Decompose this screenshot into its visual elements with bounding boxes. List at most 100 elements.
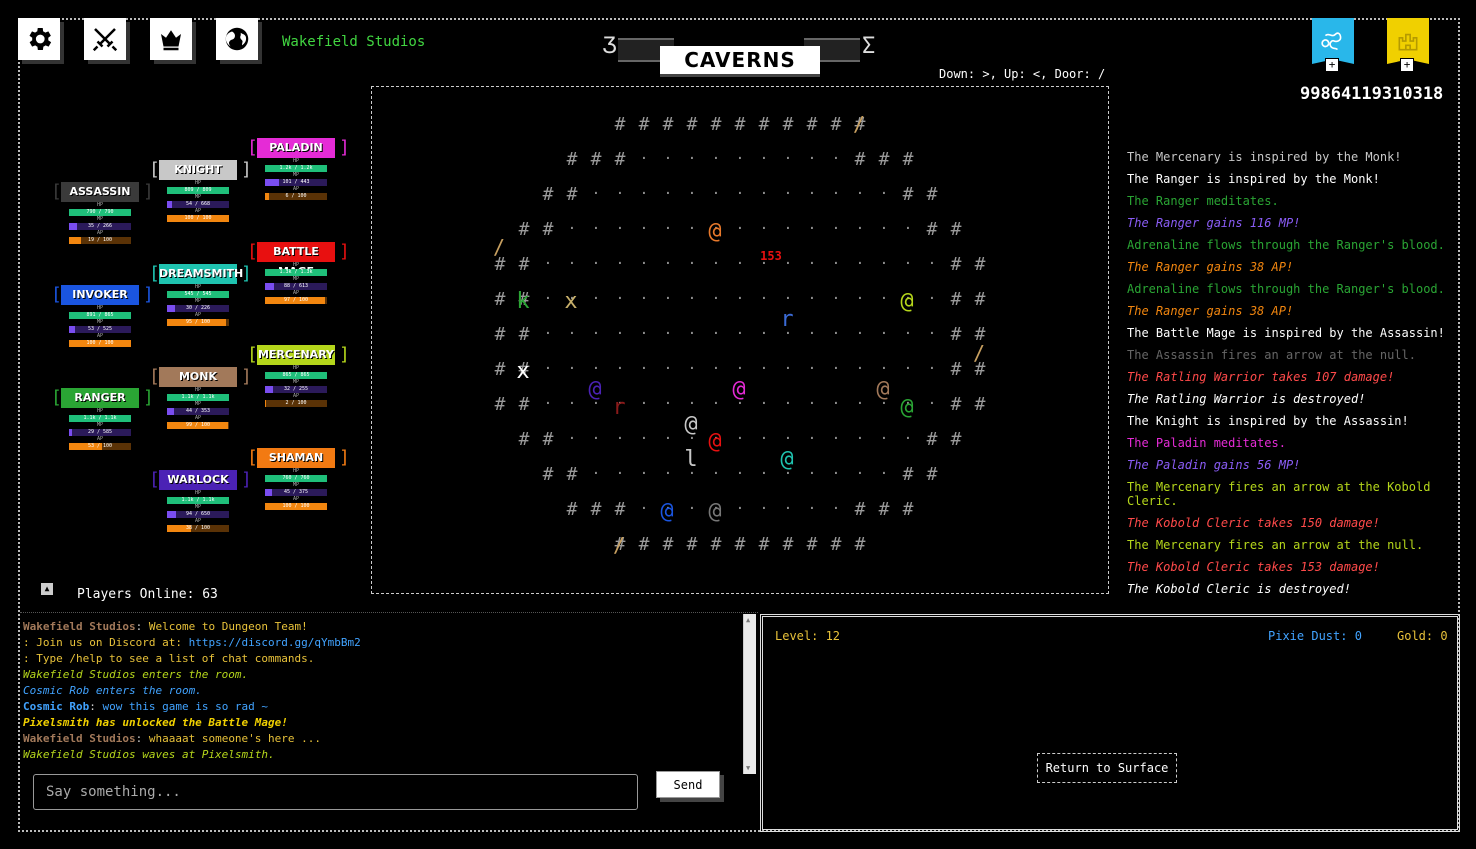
- settings-button[interactable]: [18, 18, 60, 60]
- send-button[interactable]: Send: [656, 771, 720, 798]
- return-to-surface-button[interactable]: Return to Surface: [1037, 753, 1177, 783]
- crossed-swords-icon: [92, 28, 118, 52]
- scroll-banner-plus[interactable]: +: [1325, 58, 1339, 72]
- bracket-left-icon: [: [149, 469, 160, 490]
- combat-log-line: The Knight is inspired by the Assassin!: [1127, 414, 1409, 428]
- floor-tile: .: [880, 462, 888, 478]
- mp-label: MP: [96, 422, 104, 428]
- chat-speaker[interactable]: Cosmic Rob: [23, 700, 89, 713]
- scroll-up-icon[interactable]: ▲: [746, 616, 750, 624]
- combat-log-line: The Mercenary fires an arrow at the null…: [1127, 538, 1424, 552]
- wall-tile: #: [951, 394, 962, 415]
- class-card-paladin[interactable]: [] PALADIN HP 1.2k / 1.2k MP 101 / 443 AP 6 / 1…: [247, 138, 350, 200]
- ap-label: AP: [194, 415, 202, 421]
- floor-tile: .: [568, 427, 576, 443]
- door-tile: /: [613, 533, 625, 557]
- door-tile: /: [853, 112, 865, 136]
- map-entity: @: [708, 499, 721, 524]
- ap-stat: AP 100 / 100: [265, 496, 327, 510]
- ap-stat: AP 100 / 100: [69, 333, 131, 347]
- floor-tile: .: [904, 252, 912, 268]
- wall-tile: #: [975, 254, 986, 275]
- floor-tile: .: [688, 322, 696, 338]
- floor-tile: .: [592, 287, 600, 303]
- floor-tile: .: [688, 392, 696, 408]
- floor-tile: .: [544, 252, 552, 268]
- mp-value: 45 / 375: [283, 489, 309, 495]
- wall-tile: #: [711, 534, 722, 555]
- hp-label: HP: [292, 262, 300, 268]
- scroll-down-icon[interactable]: ▼: [746, 764, 750, 772]
- bracket-right-icon: ]: [339, 344, 350, 365]
- combat-log-line: The Kobold Cleric takes 150 damage!: [1127, 516, 1380, 530]
- floor-tile: .: [832, 497, 840, 513]
- floor-tile: .: [736, 497, 744, 513]
- chat-text: Cosmic Rob enters the room.: [23, 684, 202, 697]
- wall-tile: #: [735, 534, 746, 555]
- collapse-arrow-icon[interactable]: ▲: [41, 583, 53, 595]
- map-entity: @: [684, 412, 697, 437]
- controls-hint: Down: >, Up: <, Door: /: [939, 67, 1106, 81]
- class-card-mercenary[interactable]: [] MERCENARY HP 865 / 865 MP 32 / 255 AP 2 / 10…: [247, 345, 350, 407]
- mp-stat: MP 53 / 525: [69, 319, 131, 333]
- floor-tile: .: [616, 287, 624, 303]
- leaderboard-button[interactable]: [150, 18, 192, 60]
- class-card-shaman[interactable]: [] SHAMAN HP 760 / 760 MP 45 / 375 AP 100 / 100: [247, 448, 350, 510]
- mp-value: 32 / 255: [283, 386, 309, 392]
- chat-scrollbar[interactable]: ▲ ▼: [743, 614, 756, 774]
- chat-speaker[interactable]: Wakefield Studios: [23, 620, 136, 633]
- dungeon-map[interactable]: # # # # # # # # # # # # # #......... # # # # #............…: [371, 86, 1109, 594]
- floor-tile: .: [856, 392, 864, 408]
- class-card-dreamsmith[interactable]: [] DREAMSMITH HP 545 / 545 MP 30 / 226 AP 95 / …: [149, 264, 252, 326]
- floor-tile: .: [544, 322, 552, 338]
- class-card-monk[interactable]: [] MONK HP 1.1k / 1.1k MP 44 / 353 AP 99 / 100: [149, 367, 252, 429]
- class-card-ranger[interactable]: [] RANGER HP 1.1k / 1.1k MP 29 / 585 AP 53 / 10…: [51, 388, 154, 450]
- class-card-warlock[interactable]: [] WARLOCK HP 1.1k / 1.1k MP 94 / 650 AP 38 / 1…: [149, 470, 252, 532]
- bracket-right-icon: ]: [143, 284, 154, 305]
- combat-log-line: Adrenaline flows through the Ranger's bl…: [1127, 238, 1445, 252]
- combat-log-line: The Ranger gains 38 AP!: [1127, 304, 1294, 318]
- floor-tile: .: [760, 322, 768, 338]
- floor-tile: .: [568, 392, 576, 408]
- floor-tile: .: [832, 147, 840, 163]
- hp-value: 1.3k / 1.3k: [279, 269, 313, 275]
- class-name: BATTLE MAGE: [257, 242, 335, 278]
- wall-tile: #: [639, 114, 650, 135]
- wall-tile: #: [783, 114, 794, 135]
- floor-tile: .: [832, 427, 840, 443]
- class-card-assassin[interactable]: [] ASSASSIN HP 790 / 790 MP 35 / 266 AP 19 / 10…: [51, 182, 154, 244]
- wall-tile: #: [951, 429, 962, 450]
- bracket-right-icon: ]: [339, 241, 350, 262]
- floor-tile: .: [832, 217, 840, 233]
- floor-tile: .: [784, 252, 792, 268]
- wall-tile: #: [663, 534, 674, 555]
- hp-label: HP: [96, 408, 104, 414]
- mp-bar: 53 / 525: [69, 326, 131, 333]
- chat-input[interactable]: [33, 774, 638, 810]
- damage-number: 153: [760, 249, 782, 263]
- wall-tile: #: [927, 219, 938, 240]
- class-card-knight[interactable]: [] KNIGHT HP 809 / 809 MP 54 / 668 AP 100 / 100: [149, 160, 252, 222]
- floor-tile: .: [712, 252, 720, 268]
- class-card-invoker[interactable]: [] INVOKER HP 891 / 865 MP 53 / 525 AP 100 / 10…: [51, 285, 154, 347]
- banner-hook-right: Ʃ: [862, 34, 876, 59]
- hp-stat: HP 891 / 865: [69, 305, 131, 319]
- chat-speaker[interactable]: Wakefield Studios: [23, 732, 136, 745]
- floor-tile: .: [760, 287, 768, 303]
- scroll-banner-icon: [1321, 32, 1342, 51]
- hp-bar: 1.3k / 1.3k: [265, 269, 327, 276]
- class-card-battle-mage[interactable]: []BATTLE MAGEHP1.3k / 1.3kMP88 / 613AP97…: [247, 242, 350, 304]
- class-name: KNIGHT: [159, 160, 237, 180]
- world-button[interactable]: [216, 18, 258, 60]
- discord-link[interactable]: https://discord.gg/qYmbBm2: [189, 636, 361, 649]
- ap-bar: 19 / 100: [69, 237, 131, 244]
- mp-stat: MP 88 / 613: [265, 276, 327, 290]
- ap-label: AP: [292, 496, 300, 502]
- battle-button[interactable]: [84, 18, 126, 60]
- floor-tile: .: [616, 427, 624, 443]
- floor-tile: .: [904, 427, 912, 443]
- chat-text: Welcome to Dungeon Team!: [148, 620, 308, 633]
- castle-banner-plus[interactable]: +: [1400, 58, 1414, 72]
- hp-stat: HP 809 / 809: [167, 180, 229, 194]
- wall-tile: #: [855, 499, 866, 520]
